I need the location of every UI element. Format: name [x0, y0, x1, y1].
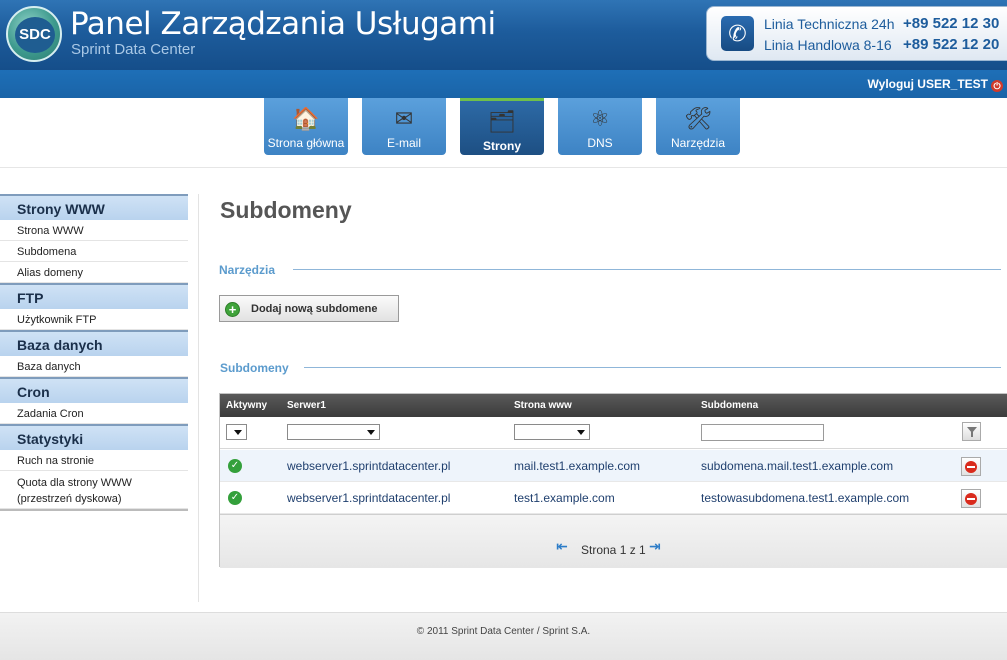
tools-section-line — [293, 269, 1001, 270]
filter-button[interactable] — [962, 422, 981, 441]
user-bar: Wyloguj USER_TEST ⏻ — [0, 70, 1007, 98]
sidebar: Strony WWW Strona WWW Subdomena Alias do… — [0, 194, 188, 511]
footer: © 2011 Sprint Data Center / Sprint S.A. — [0, 612, 1007, 660]
subdomains-section-line — [304, 367, 1001, 368]
sidebar-item-traffic[interactable]: Ruch na stronie — [0, 450, 188, 471]
subdomains-table: Aktywny Serwer1 Strona www Subdomena ✓ w… — [219, 393, 1007, 568]
power-icon[interactable]: ⏻ — [991, 80, 1003, 92]
contact-tech-label: Linia Techniczna 24h — [764, 16, 895, 32]
tools-icon: 🛠 — [684, 106, 712, 131]
tab-tools[interactable]: 🛠 Narzędzia — [656, 98, 740, 155]
contact-box: ✆ Linia Techniczna 24h +89 522 12 30 Lin… — [706, 6, 1007, 61]
add-subdomain-label: Dodaj nową subdomene — [251, 303, 378, 315]
envelope-icon: ✉ — [394, 106, 414, 131]
plus-icon: + — [225, 302, 240, 317]
column-header-website[interactable]: Strona www — [514, 400, 572, 411]
logout-link[interactable]: Wyloguj USER_TEST ⏻ — [868, 77, 1003, 92]
tab-home-label: Strona główna — [267, 136, 345, 150]
tools-section-title: Narzędzia — [219, 263, 276, 277]
pager: ⇤ Strona 1 z 1 ⇥ — [220, 514, 1007, 568]
active-check-icon: ✓ — [228, 459, 242, 473]
active-filter-select[interactable] — [226, 424, 247, 440]
sidebar-item-subdomain[interactable]: Subdomena — [0, 241, 188, 262]
app-title: Panel Zarządzania Usługami — [70, 6, 496, 42]
pages-icon: 🗂 — [488, 109, 516, 134]
column-header-server[interactable]: Serwer1 — [287, 400, 326, 411]
table-row: ✓ webserver1.sprintdatacenter.pl mail.te… — [220, 450, 1007, 482]
server-cell: webserver1.sprintdatacenter.pl — [287, 491, 451, 505]
server-cell: webserver1.sprintdatacenter.pl — [287, 459, 451, 473]
phone-icon: ✆ — [721, 16, 754, 51]
table-header: Aktywny Serwer1 Strona www Subdomena — [220, 394, 1007, 417]
subdomain-cell: testowasubdomena.test1.example.com — [701, 491, 910, 505]
sidebar-item-cron-jobs[interactable]: Zadania Cron — [0, 403, 188, 424]
sidebar-item-database[interactable]: Baza danych — [0, 356, 188, 377]
sidebar-section-www: Strony WWW — [0, 194, 188, 220]
subdomain-filter-input[interactable] — [701, 424, 824, 441]
subdomain-cell: subdomena.mail.test1.example.com — [701, 459, 894, 473]
sidebar-item-website[interactable]: Strona WWW — [0, 220, 188, 241]
footer-copyright: © 2011 Sprint Data Center / Sprint S.A. — [416, 626, 591, 637]
contact-tech-number: +89 522 12 30 — [903, 15, 1000, 32]
logout-label: Wyloguj USER_TEST — [867, 77, 988, 91]
active-check-icon: ✓ — [228, 491, 242, 505]
server-filter-select[interactable] — [287, 424, 380, 440]
sidebar-item-quota[interactable]: Quota dla strony WWW (przestrzeń dyskowa… — [0, 471, 188, 509]
tab-email-label: E-mail — [386, 136, 421, 150]
app-subtitle: Sprint Data Center — [71, 41, 196, 58]
sidebar-item-ftp-user[interactable]: Użytkownik FTP — [0, 309, 188, 330]
sidebar-section-cron: Cron — [0, 377, 188, 403]
column-header-active[interactable]: Aktywny — [226, 400, 267, 411]
contact-sales-label: Linia Handlowa 8-16 — [764, 37, 892, 53]
page-title: Subdomeny — [220, 197, 352, 223]
main-nav: 🏠 Strona główna ✉ E-mail 🗂 Strony ⚛ DNS … — [0, 98, 1007, 168]
tab-home[interactable]: 🏠 Strona główna — [264, 98, 348, 155]
network-icon: ⚛ — [590, 106, 610, 131]
sidebar-item-domain-alias[interactable]: Alias domeny — [0, 262, 188, 283]
sidebar-section-database: Baza danych — [0, 330, 188, 356]
column-header-subdomain[interactable]: Subdomena — [701, 400, 758, 411]
contact-sales-number: +89 522 12 20 — [903, 36, 1000, 53]
logo-text: SDC — [15, 17, 55, 53]
first-page-icon[interactable]: ⇤ — [556, 539, 572, 553]
last-page-icon[interactable]: ⇥ — [649, 539, 665, 553]
delete-button[interactable] — [961, 489, 981, 508]
tab-dns-label: DNS — [587, 136, 613, 150]
subdomains-section-title: Subdomeny — [220, 361, 289, 375]
home-icon: 🏠 — [292, 106, 320, 131]
website-filter-select[interactable] — [514, 424, 590, 440]
app-header: SDC Panel Zarządzania Usługami Sprint Da… — [0, 0, 1007, 70]
sidebar-section-ftp: FTP — [0, 283, 188, 309]
tab-sites[interactable]: 🗂 Strony — [460, 98, 544, 155]
filter-row — [220, 417, 1007, 449]
content-divider — [198, 194, 199, 602]
pager-text: Strona 1 z 1 — [581, 543, 646, 557]
tab-email[interactable]: ✉ E-mail — [362, 98, 446, 155]
add-subdomain-button[interactable]: + Dodaj nową subdomene — [219, 295, 399, 322]
sidebar-section-stats: Statystyki — [0, 424, 188, 450]
logo: SDC — [6, 6, 62, 62]
table-row: ✓ webserver1.sprintdatacenter.pl test1.e… — [220, 482, 1007, 514]
website-cell: test1.example.com — [514, 491, 615, 505]
tab-sites-label: Strony — [482, 139, 521, 153]
delete-button[interactable] — [961, 457, 981, 476]
sidebar-bottom-divider — [0, 509, 188, 511]
chevron-down-icon — [577, 430, 585, 435]
tab-tools-label: Narzędzia — [670, 136, 726, 150]
chevron-down-icon — [234, 430, 242, 435]
chevron-down-icon — [367, 430, 375, 435]
tab-dns[interactable]: ⚛ DNS — [558, 98, 642, 155]
website-cell: mail.test1.example.com — [514, 459, 641, 473]
